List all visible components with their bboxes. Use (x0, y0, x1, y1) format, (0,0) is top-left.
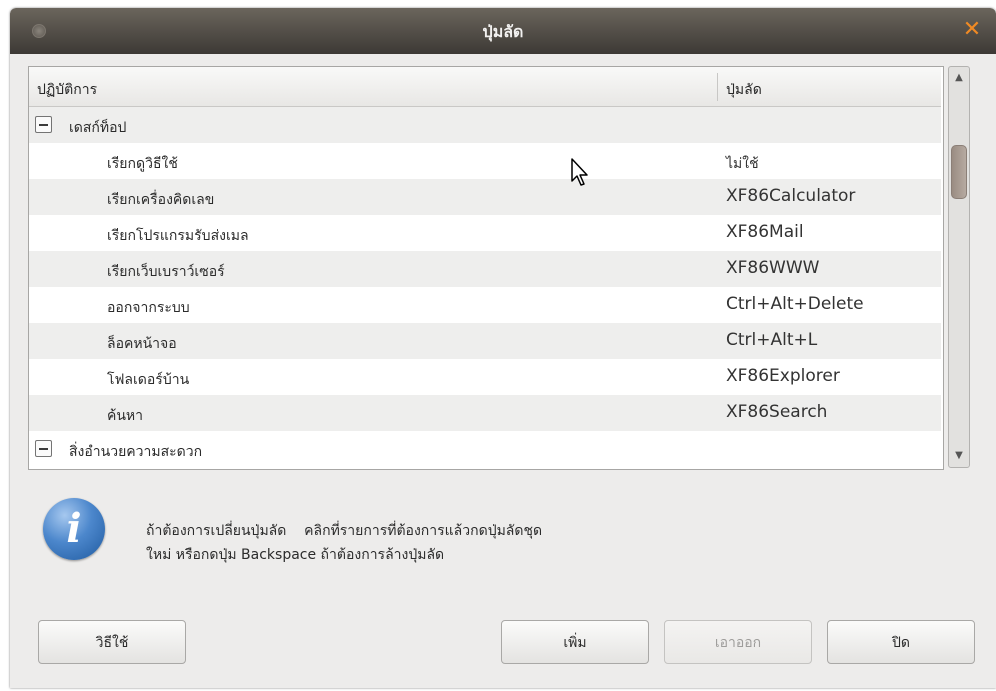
tree-row[interactable]: เรียกดูวิธีใช้ ไม่ใช้ (29, 143, 941, 179)
action-label: เรียกดูวิธีใช้ (107, 156, 178, 172)
info-text-line-1: ถ้าต้องการเปลี่ยนปุ่มลัด คลิกที่รายการที… (146, 523, 543, 539)
action-label: ค้นหา (107, 408, 144, 424)
tree-header: ปฏิบัติการ ปุ่มลัด (29, 67, 941, 107)
action-label: เรียกโปรแกรมรับส่งเมล (107, 228, 249, 244)
help-button[interactable]: วิธีใช้ (38, 620, 186, 664)
add-button[interactable]: เพิ่ม (501, 620, 649, 664)
action-label: ล็อคหน้าจอ (107, 336, 177, 352)
shortcut-label: XF86Mail (726, 222, 804, 242)
scroll-up-arrow-icon[interactable]: ▲ (949, 69, 969, 87)
info-text-line-2: ใหม่ หรือกดปุ่ม Backspace ถ้าต้องการล้าง… (146, 547, 445, 563)
scrollbar-thumb[interactable] (951, 145, 967, 199)
column-separator (717, 73, 718, 101)
vertical-scrollbar[interactable]: ▲ ▼ (948, 66, 970, 468)
shortcut-label: ไม่ใช้ (726, 156, 759, 172)
tree-row[interactable]: เรียกเครื่องคิดเลข XF86Calculator (29, 179, 941, 215)
tree-row[interactable]: ค้นหา XF86Search (29, 395, 941, 431)
scroll-down-arrow-icon[interactable]: ▼ (949, 447, 969, 465)
tree-row[interactable]: เรียกเว็บเบราว์เซอร์ XF86WWW (29, 251, 941, 287)
mouse-pointer-icon (571, 158, 588, 186)
shortcut-label: Ctrl+Alt+Delete (726, 294, 864, 314)
category-label: เดสก์ท็อป (69, 120, 127, 136)
shortcut-label: XF86Explorer (726, 366, 840, 386)
shortcut-tree[interactable]: ปฏิบัติการ ปุ่มลัด เดสก์ท็อป เรียกดูวิธี… (28, 66, 944, 470)
tree-category-row[interactable]: สิ่งอำนวยความสะดวก (29, 431, 941, 467)
collapse-expander-icon[interactable] (35, 116, 52, 133)
title-bar[interactable]: ปุ่มลัด ✕ (10, 8, 996, 54)
shortcut-label: XF86Calculator (726, 186, 856, 206)
collapse-expander-icon[interactable] (35, 440, 52, 457)
tree-row[interactable]: เรียกโปรแกรมรับส่งเมล XF86Mail (29, 215, 941, 251)
info-icon: i (43, 498, 105, 560)
tree-row[interactable]: ออกจากระบบ Ctrl+Alt+Delete (29, 287, 941, 323)
shortcut-label: Ctrl+Alt+L (726, 330, 818, 350)
action-label: โฟลเดอร์บ้าน (107, 372, 190, 388)
close-window-icon[interactable]: ✕ (960, 17, 984, 43)
tree-category-row[interactable]: เดสก์ท็อป (29, 107, 941, 143)
window-title: ปุ่มลัด (482, 22, 524, 41)
remove-button[interactable]: เอาออก (664, 620, 812, 664)
action-label: ออกจากระบบ (107, 300, 190, 316)
column-header-action[interactable]: ปฏิบัติการ (37, 79, 97, 101)
tree-row[interactable]: โฟลเดอร์บ้าน XF86Explorer (29, 359, 941, 395)
shortcut-label: XF86WWW (726, 258, 820, 278)
action-label: เรียกเว็บเบราว์เซอร์ (107, 264, 225, 280)
shortcut-label: XF86Search (726, 402, 828, 422)
tree-row[interactable]: ล็อคหน้าจอ Ctrl+Alt+L (29, 323, 941, 359)
column-header-shortcut[interactable]: ปุ่มลัด (726, 79, 762, 101)
close-button[interactable]: ปิด (827, 620, 975, 664)
category-label: สิ่งอำนวยความสะดวก (69, 444, 203, 460)
action-label: เรียกเครื่องคิดเลข (107, 192, 215, 208)
